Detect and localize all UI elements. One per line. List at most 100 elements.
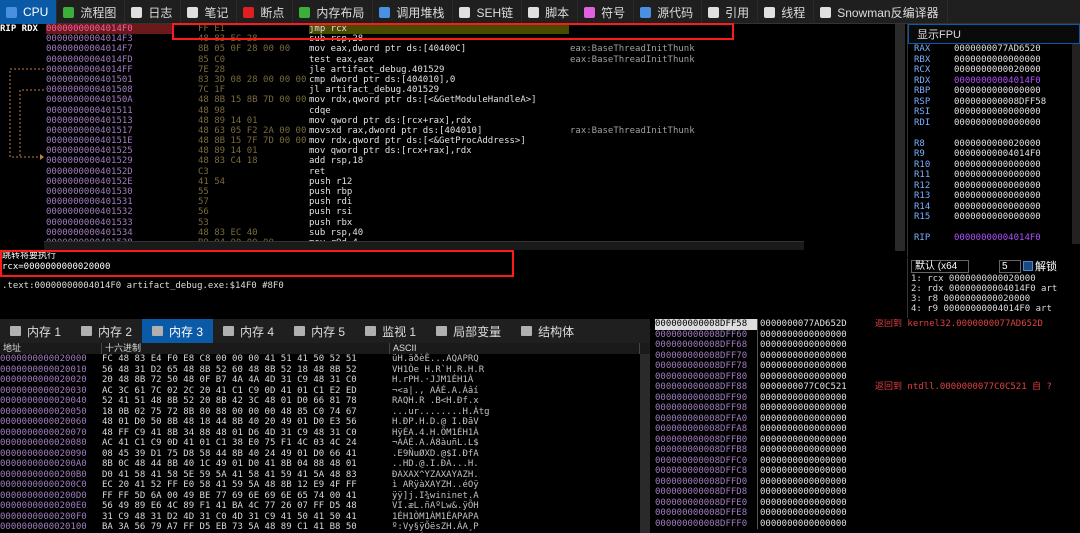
disasm-address[interactable]: 0000000000401508	[46, 85, 174, 95]
dump-row[interactable]: 0000000000020010 56 48 31 D2 65 48 8B 52 …	[0, 365, 650, 376]
register-row[interactable]: RAX 0000000077AD6520	[908, 44, 1080, 55]
dump-row[interactable]: 0000000000020090 08 45 39 D1 75 D8 58 44 …	[0, 449, 650, 460]
disasm-instruction[interactable]: mov qword ptr ds:[rcx+rax],rdx	[309, 146, 569, 156]
register-row[interactable]: RDI 0000000000000000	[908, 118, 1080, 129]
dump-tab-0[interactable]: 内存 1	[0, 319, 71, 343]
register-row[interactable]: R11 0000000000000000	[908, 170, 1080, 181]
dump-row[interactable]: 0000000000020060 48 01 D0 50 8B 48 18 44 …	[0, 417, 650, 428]
disasm-address[interactable]: 0000000000401530	[46, 187, 174, 197]
tab-10[interactable]: 源代码	[634, 0, 703, 24]
dump-row[interactable]: 00000000000200A0 8B 0C 48 44 8B 40 1C 49 …	[0, 459, 650, 470]
stack-row[interactable]: 000000000008DFFC0 0000000000000000	[655, 455, 1080, 466]
dump-row[interactable]: 00000000000200C0 EC 20 41 52 FF E0 58 41 …	[0, 480, 650, 491]
dump-row[interactable]: 0000000000020000 FC 48 83 E4 F0 E8 C8 00 …	[0, 354, 650, 365]
dump-tab-6[interactable]: 局部变量	[426, 319, 511, 343]
calling-convention-select[interactable]: 默认 (x64	[911, 259, 969, 273]
dump-tab-2[interactable]: 内存 3	[142, 319, 214, 343]
arg-count-spinner[interactable]: 5	[999, 259, 1021, 273]
disasm-address[interactable]: 00000000004014F0	[46, 24, 174, 35]
register-row[interactable]: R12 0000000000000000	[908, 181, 1080, 192]
dump-tab-1[interactable]: 内存 2	[71, 319, 142, 343]
stack-row[interactable]: 000000000008DFFE0 0000000000000000	[655, 497, 1080, 508]
stack-row[interactable]: 000000000008DFFA0 0000000000000000	[655, 413, 1080, 424]
register-row[interactable]: R10 0000000000000000	[908, 160, 1080, 171]
register-row[interactable]: RSI 0000000000000000	[908, 107, 1080, 118]
register-row[interactable]: R14 0000000000000000	[908, 202, 1080, 213]
disasm-address[interactable]: 0000000000401533	[46, 218, 174, 228]
register-row[interactable]	[908, 223, 1080, 234]
tab-9[interactable]: 符号	[578, 0, 635, 24]
disassembly-view[interactable]: RIP RDX 00000000004014F0 00000000004014F3…	[0, 24, 905, 251]
disasm-instruction[interactable]: push r12	[309, 177, 569, 187]
disasm-instruction[interactable]: movsxd rax,dword ptr ds:[404010]	[309, 126, 569, 136]
disasm-address[interactable]: 00000000004014FD	[46, 55, 174, 65]
register-row[interactable]: RBP 0000000000000000	[908, 86, 1080, 97]
register-row[interactable]: RSP 000000000008DFF58	[908, 97, 1080, 108]
tab-2[interactable]: 日志	[125, 0, 182, 24]
stack-view[interactable]: 000000000008DFF58 0000000077AD652D 返回到 ker…	[655, 319, 1080, 533]
stack-row[interactable]: 000000000008DFFA8 0000000000000000	[655, 424, 1080, 435]
register-row[interactable]: R8 0000000000020000	[908, 139, 1080, 150]
stack-row[interactable]: 000000000008DFF80 0000000000000000	[655, 371, 1080, 382]
dump-row[interactable]: 0000000000020070 48 FF C9 41 8B 34 88 48 …	[0, 428, 650, 439]
registers-scrollbar[interactable]	[1072, 44, 1080, 244]
dump-row[interactable]: 00000000000200F0 31 C9 48 31 D2 4D 31 C0 …	[0, 512, 650, 523]
unlock-checkbox[interactable]	[1023, 261, 1033, 271]
register-row[interactable]: R15 0000000000000000	[908, 212, 1080, 223]
dump-row[interactable]: 0000000000020050 18 0B 02 75 72 8B 80 88 …	[0, 407, 650, 418]
dump-scrollbar[interactable]	[640, 354, 650, 533]
tab-0[interactable]: CPU	[0, 0, 58, 24]
dump-tab-3[interactable]: 内存 4	[213, 319, 284, 343]
tab-5[interactable]: 内存布局	[293, 0, 374, 24]
dump-tab-5[interactable]: 监视 1	[355, 319, 426, 343]
register-row[interactable]: RDX 00000000004014F0	[908, 76, 1080, 87]
disassembly-hscrollbar[interactable]	[44, 241, 804, 250]
disasm-address[interactable]: 0000000000401511	[46, 106, 174, 116]
disasm-instruction[interactable]: push rsi	[309, 207, 569, 217]
register-row[interactable]: R9 00000000004014F0	[908, 149, 1080, 160]
show-fpu-toggle[interactable]: 显示FPU	[908, 24, 1080, 44]
stack-row[interactable]: 000000000008DFF70 0000000000000000	[655, 350, 1080, 361]
stack-row[interactable]: 000000000008DFFC8 0000000000000000	[655, 466, 1080, 477]
stack-row[interactable]: 000000000008DFF58 0000000077AD652D 返回到 ker…	[655, 319, 1080, 330]
disasm-address[interactable]: 00000000004014FF	[46, 65, 174, 75]
disasm-address[interactable]: 0000000000401525	[46, 146, 174, 156]
dump-tab-7[interactable]: 结构体	[511, 319, 584, 343]
dump-row[interactable]: 00000000000200E0 56 49 89 E6 4C 89 F1 41 …	[0, 501, 650, 512]
stack-row[interactable]: 000000000008DFF60 0000000000000000	[655, 329, 1080, 340]
dump-row[interactable]: 0000000000020040 52 41 51 48 8B 52 20 8B …	[0, 396, 650, 407]
stack-row[interactable]: 000000000008DFFB8 0000000000000000	[655, 445, 1080, 456]
stack-row[interactable]: 000000000008DFF78 0000000000000000	[655, 361, 1080, 372]
stack-row[interactable]: 000000000008DFFD8 0000000000000000	[655, 487, 1080, 498]
disasm-address[interactable]: 0000000000401532	[46, 207, 174, 217]
register-row[interactable]: RBX 0000000000000000	[908, 55, 1080, 66]
register-row[interactable]	[908, 128, 1080, 139]
disasm-instruction[interactable]: jl artifact_debug.401529	[309, 85, 569, 95]
stack-row[interactable]: 000000000008DFFB0 0000000000000000	[655, 434, 1080, 445]
disasm-address[interactable]: 0000000000401513	[46, 116, 174, 126]
disasm-instruction[interactable]: cdqe	[309, 106, 569, 116]
disasm-instruction[interactable]: ret	[309, 167, 569, 177]
disasm-address[interactable]: 00000000004014F3	[46, 34, 174, 44]
tab-6[interactable]: 调用堆栈	[373, 0, 454, 24]
dump-row[interactable]: 00000000000200B0 D0 41 58 41 58 5E 59 5A …	[0, 470, 650, 481]
dump-row[interactable]: 0000000000020020 20 48 8B 72 50 48 0F B7 …	[0, 375, 650, 386]
disasm-instruction[interactable]: jle artifact_debug.401529	[309, 65, 569, 75]
disasm-instruction[interactable]: cmp dword ptr ds:[404010],0	[309, 75, 569, 85]
disasm-instruction[interactable]: sub rsp,40	[309, 228, 569, 238]
disasm-address[interactable]: 000000000040152E	[46, 177, 174, 187]
disasm-address[interactable]: 000000000040152D	[46, 167, 174, 177]
disasm-address[interactable]: 0000000000401501	[46, 75, 174, 85]
stack-row[interactable]: 000000000008DFF90 0000000000000000	[655, 392, 1080, 403]
tab-11[interactable]: 引用	[702, 0, 759, 24]
stack-row[interactable]: 000000000008DFFF0 0000000000000000	[655, 518, 1080, 529]
tab-12[interactable]: 线程	[758, 0, 815, 24]
disasm-address[interactable]: 0000000000401534	[46, 228, 174, 238]
dump-row[interactable]: 0000000000020100 BA 3A 56 79 A7 FF D5 EB …	[0, 522, 650, 533]
stack-row[interactable]: 000000000008DFFD0 0000000000000000	[655, 476, 1080, 487]
stack-row[interactable]: 000000000008DFF88 0000000077C0C521 返回到 ntd…	[655, 382, 1080, 393]
disasm-instruction[interactable]: mov rdx,qword ptr ds:[<&GetModuleHandleA…	[309, 95, 569, 105]
tab-4[interactable]: 断点	[237, 0, 294, 24]
dump-tab-4[interactable]: 内存 5	[284, 319, 355, 343]
disasm-address[interactable]: 0000000000401517	[46, 126, 174, 136]
